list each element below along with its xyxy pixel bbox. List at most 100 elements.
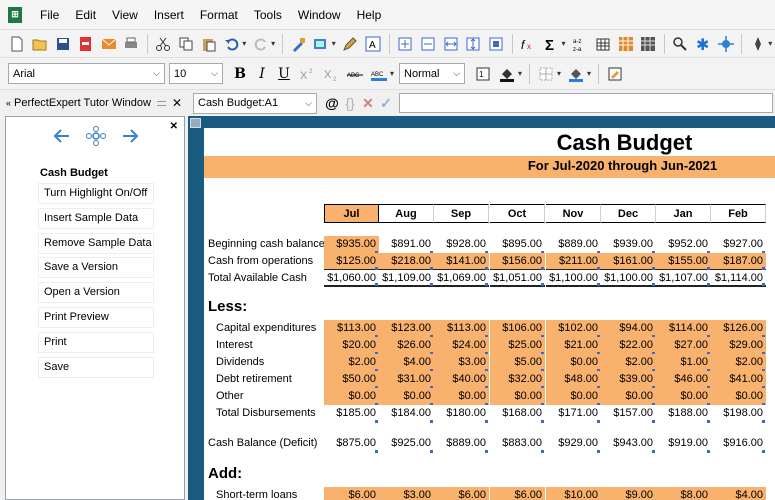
table-cell[interactable]: $25.00 — [490, 337, 545, 355]
redo-dropdown-icon[interactable]: ▾ — [271, 39, 275, 48]
table-cell[interactable]: $3.00 — [379, 487, 434, 500]
undo-icon[interactable] — [221, 33, 242, 55]
table-cell[interactable]: $927.00 — [711, 236, 766, 254]
sort-icon[interactable]: a-z z-a — [569, 33, 590, 55]
shapes-dropdown-icon[interactable]: ▾ — [768, 39, 772, 48]
table-cell[interactable]: $187.00 — [711, 253, 766, 270]
table-cell[interactable]: $184.00 — [379, 405, 434, 423]
table-cell[interactable]: $0.00 — [490, 388, 545, 406]
borders-icon[interactable] — [535, 63, 557, 85]
style-select[interactable]: Normal ⌵ — [399, 63, 466, 84]
select-all-corner[interactable] — [190, 118, 201, 128]
table-cell[interactable]: $919.00 — [656, 435, 711, 453]
row-height-icon[interactable] — [463, 33, 484, 55]
fill-color-dropdown-icon[interactable]: ▾ — [518, 69, 522, 78]
table-cell[interactable]: $3.00 — [434, 354, 489, 372]
pane-grip[interactable] — [156, 100, 166, 106]
month-header[interactable]: Dec — [601, 204, 656, 223]
grid-view-icon[interactable] — [638, 33, 659, 55]
table-cell[interactable]: $1,051.00 — [490, 270, 545, 287]
month-header[interactable]: Oct — [490, 204, 545, 223]
column-width-icon[interactable] — [440, 33, 461, 55]
table-cell[interactable]: $102.00 — [546, 320, 601, 338]
table-cell[interactable]: $40.00 — [434, 371, 489, 389]
month-header[interactable]: Jan — [656, 204, 711, 223]
home-icon[interactable] — [85, 125, 107, 147]
month-header[interactable]: Feb — [711, 204, 766, 223]
table-cell[interactable]: $2.00 — [601, 354, 656, 372]
link-remove-sample-data[interactable]: Remove Sample Data — [38, 232, 154, 254]
tutor-star-icon[interactable]: ✱ — [693, 33, 714, 55]
table-cell[interactable]: $5.00 — [490, 354, 545, 372]
pane-collapse-icon[interactable]: « — [6, 98, 11, 108]
table-cell[interactable]: $123.00 — [379, 320, 434, 338]
fill-color-icon[interactable] — [496, 63, 518, 85]
format-painter-icon[interactable] — [288, 33, 309, 55]
table-cell[interactable]: $0.00 — [546, 388, 601, 406]
spreadsheet[interactable]: Cash Budget For Jul-2020 through Jun-202… — [204, 128, 775, 500]
table-cell[interactable]: $889.00 — [434, 435, 489, 453]
table-cell[interactable]: $22.00 — [601, 337, 656, 355]
table-cell[interactable]: $0.00 — [711, 388, 766, 406]
strikeout-icon[interactable]: ABC — [344, 63, 366, 85]
table-cell[interactable]: $0.00 — [379, 388, 434, 406]
table-cell[interactable]: $157.00 — [601, 405, 656, 423]
table-cell[interactable]: $0.00 — [434, 388, 489, 406]
italic-button[interactable]: I — [251, 63, 273, 85]
cut-icon[interactable] — [153, 33, 174, 55]
table-cell[interactable]: $106.00 — [490, 320, 545, 338]
month-header[interactable]: Sep — [434, 204, 489, 223]
properties-icon[interactable] — [604, 63, 626, 85]
table-cell[interactable]: $50.00 — [324, 371, 379, 389]
subscript-icon[interactable]: X2 — [320, 63, 342, 85]
table-cell[interactable]: $46.00 — [656, 371, 711, 389]
table-cell[interactable]: $218.00 — [379, 253, 434, 270]
shapes-icon[interactable] — [747, 33, 768, 55]
table-cell[interactable]: $9.00 — [601, 487, 656, 500]
table-cell[interactable]: $24.00 — [434, 337, 489, 355]
table-cell[interactable]: $10.00 — [546, 487, 601, 500]
link-insert-sample-data[interactable]: Insert Sample Data — [38, 207, 154, 229]
number-format-icon[interactable]: 1 — [472, 63, 494, 85]
line-color-icon[interactable] — [565, 63, 587, 85]
table-cell[interactable]: $198.00 — [711, 405, 766, 423]
table-cell[interactable]: $156.00 — [490, 253, 545, 270]
table-cell[interactable]: $0.00 — [324, 388, 379, 406]
table-cell[interactable]: $6.00 — [490, 487, 545, 500]
redo-icon[interactable] — [250, 33, 271, 55]
at-sign-icon[interactable]: @ — [323, 95, 341, 111]
insert-object-icon[interactable] — [311, 33, 332, 55]
chart-icon[interactable] — [615, 33, 636, 55]
table-cell[interactable]: $4.00 — [711, 487, 766, 500]
menu-tools[interactable]: Tools — [246, 0, 290, 30]
table-cell[interactable]: $94.00 — [601, 320, 656, 338]
sum-dropdown-icon[interactable]: ▾ — [561, 39, 565, 48]
table-cell[interactable]: $185.00 — [324, 405, 379, 423]
cancel-icon[interactable]: ✕ — [359, 95, 377, 112]
table-cell[interactable]: $113.00 — [434, 320, 489, 338]
table-cell[interactable]: $188.00 — [656, 405, 711, 423]
table-cell[interactable]: $0.00 — [601, 388, 656, 406]
table-cell[interactable]: $935.00 — [324, 236, 379, 254]
table-cell[interactable]: $875.00 — [324, 435, 379, 453]
table-cell[interactable]: $1,100.00 — [546, 270, 601, 287]
pdf-icon[interactable] — [75, 33, 96, 55]
table-cell[interactable]: $6.00 — [434, 487, 489, 500]
table-cell[interactable]: $141.00 — [434, 253, 489, 270]
table-cell[interactable]: $29.00 — [711, 337, 766, 355]
line-color-dropdown-icon[interactable]: ▾ — [587, 69, 591, 78]
table-cell[interactable]: $211.00 — [546, 253, 601, 270]
link-turn-highlight[interactable]: Turn Highlight On/Off — [38, 183, 154, 204]
bold-button[interactable]: B — [229, 63, 251, 85]
delete-row-icon[interactable] — [417, 33, 438, 55]
email-icon[interactable] — [98, 33, 119, 55]
paste-icon[interactable] — [199, 33, 220, 55]
undo-dropdown-icon[interactable]: ▾ — [242, 39, 246, 48]
table-cell[interactable]: $2.00 — [324, 354, 379, 372]
table-cell[interactable]: $41.00 — [711, 371, 766, 389]
accept-icon[interactable]: ✓ — [377, 95, 395, 112]
table-cell[interactable]: $32.00 — [490, 371, 545, 389]
font-name-select[interactable]: Arial ⌵ — [8, 63, 165, 84]
edit-pencil-icon[interactable] — [340, 33, 361, 55]
menu-view[interactable]: View — [104, 0, 146, 30]
